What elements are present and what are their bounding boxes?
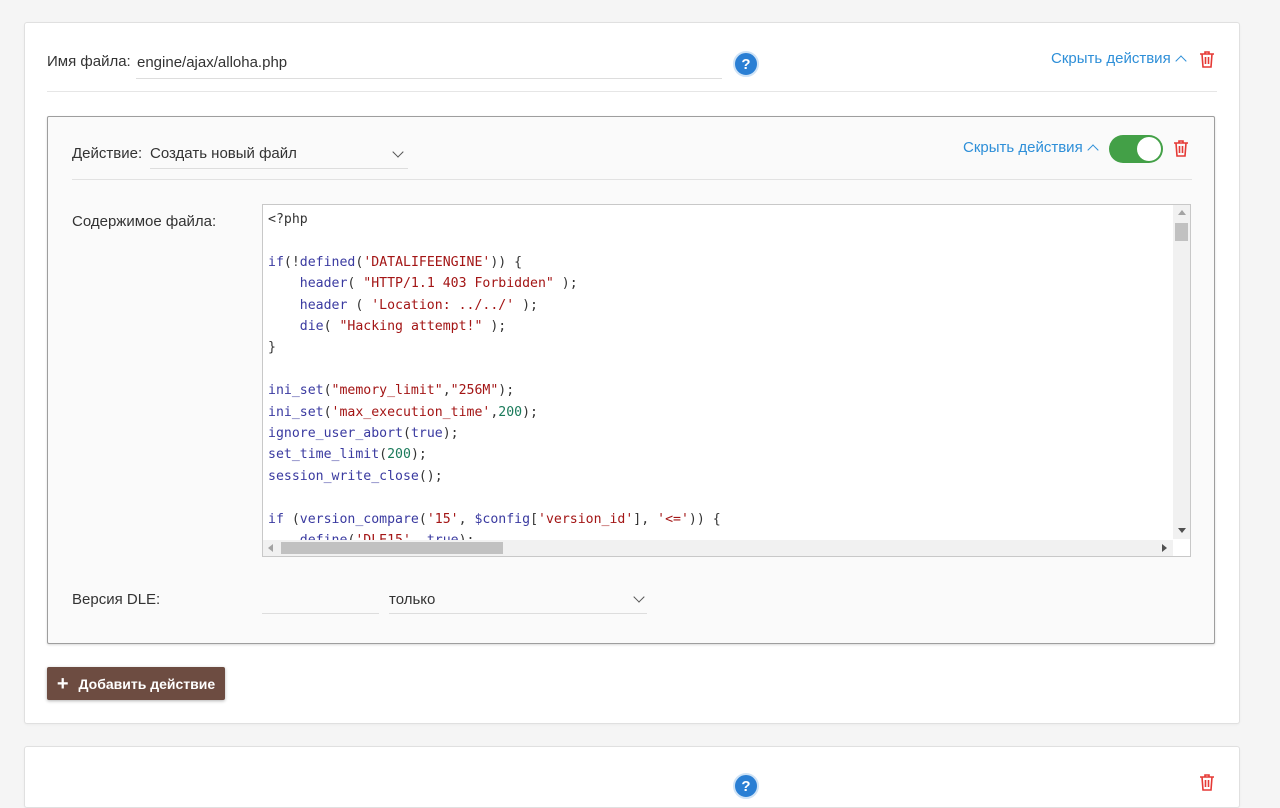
code-line: die( "Hacking attempt!" ); bbox=[299, 319, 507, 335]
chevron-down-icon bbox=[392, 145, 404, 158]
code-line: <?php bbox=[268, 212, 308, 227]
file-name-label: Имя файла: bbox=[47, 53, 131, 70]
code-line: ini_set("memory_limit","256M"); bbox=[268, 383, 515, 399]
action-enabled-toggle[interactable] bbox=[1109, 135, 1163, 163]
file-name-input[interactable]: engine/ajax/alloha.php bbox=[136, 51, 722, 79]
hide-actions-link[interactable]: Скрыть действия bbox=[963, 139, 1099, 156]
add-action-button[interactable]: + Добавить действие bbox=[47, 667, 225, 700]
toggle-knob bbox=[1137, 137, 1161, 161]
action-select[interactable]: Создать новый файл bbox=[150, 139, 408, 169]
horizontal-scroll-thumb[interactable] bbox=[281, 542, 503, 554]
trash-icon[interactable] bbox=[1199, 50, 1215, 68]
question-circle-icon[interactable]: ? bbox=[733, 51, 759, 77]
scroll-up-arrow-icon[interactable] bbox=[1178, 210, 1186, 215]
add-action-label: Добавить действие bbox=[78, 675, 216, 692]
code-line: if (version_compare('15', $config['versi… bbox=[268, 511, 721, 527]
code-line: if(!defined('DATALIFEENGINE')) { bbox=[268, 254, 523, 270]
file-name-value: engine/ajax/alloha.php bbox=[137, 54, 288, 71]
divider bbox=[72, 179, 1192, 180]
code-line: header( "HTTP/1.1 403 Forbidden" ); bbox=[299, 276, 578, 292]
chevron-down-icon bbox=[633, 591, 645, 603]
file-name-row: Имя файла: bbox=[47, 53, 131, 70]
code-line: ignore_user_abort(true); bbox=[268, 426, 459, 442]
code-line: session_write_close(); bbox=[268, 468, 443, 484]
code-line: set_time_limit(200); bbox=[268, 447, 427, 463]
action-select-value: Создать новый файл bbox=[150, 145, 297, 162]
vertical-scrollbar[interactable] bbox=[1173, 205, 1190, 539]
action-card: Действие: Создать новый файл Скрыть дейс… bbox=[47, 116, 1215, 644]
hide-actions-label: Скрыть действия bbox=[963, 139, 1083, 156]
plus-icon: + bbox=[56, 672, 69, 695]
dle-version-input[interactable] bbox=[262, 587, 379, 614]
divider bbox=[47, 91, 1217, 92]
file-content-editor[interactable]: <?php if(!defined('DATALIFEENGINE')) { h… bbox=[262, 204, 1191, 557]
code-line: define('DLE15', true); bbox=[268, 530, 1172, 540]
file-content-label: Содержимое файла: bbox=[72, 213, 217, 230]
hide-actions-link[interactable]: Скрыть действия bbox=[1051, 50, 1187, 67]
scroll-down-arrow-icon[interactable] bbox=[1178, 528, 1186, 533]
code-line: ini_set('max_execution_time',200); bbox=[268, 404, 538, 420]
code-content[interactable]: <?php if(!defined('DATALIFEENGINE')) { h… bbox=[268, 209, 1172, 540]
scroll-left-arrow-icon[interactable] bbox=[268, 544, 273, 552]
scroll-right-arrow-icon[interactable] bbox=[1162, 544, 1167, 552]
question-circle-icon[interactable]: ? bbox=[733, 773, 759, 799]
code-line: } bbox=[268, 340, 276, 356]
dle-version-mode-select[interactable]: только bbox=[389, 585, 647, 614]
action-label: Действие: bbox=[72, 145, 143, 162]
vertical-scroll-thumb[interactable] bbox=[1175, 223, 1188, 241]
dle-version-mode-value: только bbox=[389, 590, 436, 608]
horizontal-scrollbar[interactable] bbox=[263, 540, 1173, 556]
chevron-up-icon bbox=[1087, 143, 1099, 156]
chevron-up-icon bbox=[1175, 54, 1187, 67]
code-line: header ( 'Location: ../../' ); bbox=[299, 297, 538, 313]
trash-icon[interactable] bbox=[1199, 773, 1215, 791]
action-row: Действие: bbox=[72, 145, 142, 162]
file-modification-card: Имя файла: engine/ajax/alloha.php ? Скры… bbox=[24, 22, 1240, 724]
dle-version-label: Версия DLE: bbox=[72, 591, 161, 608]
next-file-card: ? bbox=[24, 746, 1240, 808]
trash-icon[interactable] bbox=[1173, 139, 1189, 157]
hide-actions-label: Скрыть действия bbox=[1051, 50, 1171, 67]
